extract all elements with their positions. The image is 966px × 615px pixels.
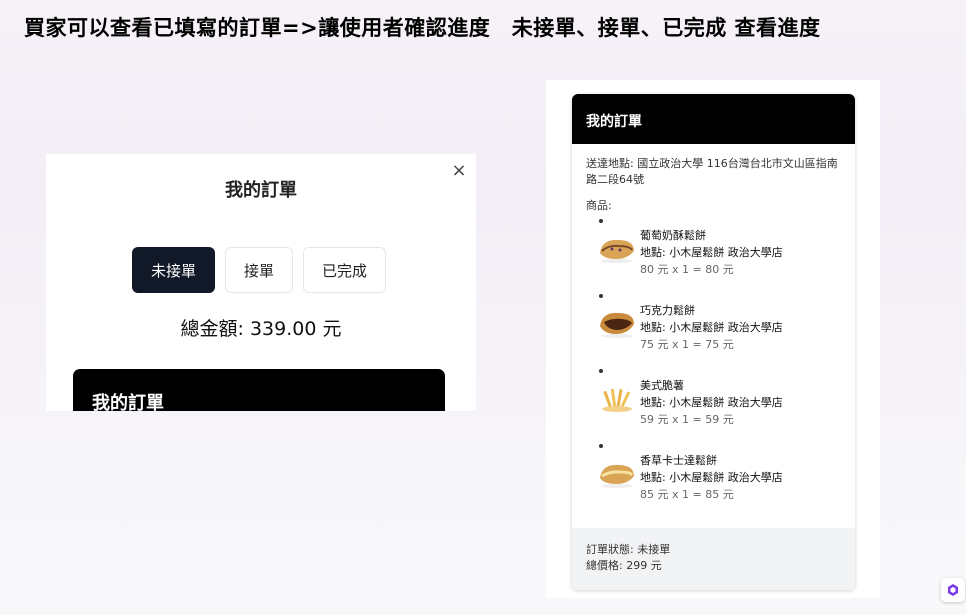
total-amount: 總金額: 339.00 元 — [180, 318, 342, 340]
tab-not-accepted[interactable]: 未接單 — [132, 247, 216, 293]
order-total-price: 總價格: 299 元 — [586, 559, 662, 572]
item-name: 香草卡士達鬆餅 — [640, 454, 717, 467]
french-fries-image — [602, 388, 632, 412]
order-footer: 訂單狀態: 未接單 總價格: 299 元 — [572, 528, 855, 590]
grape-waffle-image — [600, 239, 634, 263]
tab-completed[interactable]: 已完成 — [303, 247, 387, 293]
tab-accepted[interactable]: 接單 — [225, 247, 294, 293]
bullet-icon — [599, 219, 603, 223]
bullet-icon — [599, 444, 603, 448]
item-list: 葡萄奶酥鬆餅 地點: 小木屋鬆餅 政治大學店 80 元 x 1 = 80 元 巧… — [586, 215, 841, 515]
list-item: 美式脆薯 地點: 小木屋鬆餅 政治大學店 59 元 x 1 = 59 元 — [586, 365, 841, 440]
item-shop: 地點: 小木屋鬆餅 政治大學店 — [640, 321, 783, 334]
item-price: 59 元 x 1 = 59 元 — [640, 413, 734, 426]
slide-title: 買家可以查看已填寫的訂單=>讓使用者確認進度 未接單、接單、已完成 查看進度 — [24, 16, 821, 40]
delivery-address: 送達地點: 國立政治大學 116台灣台北市文山區指南路二段64號 — [586, 157, 838, 186]
item-name: 巧克力鬆餅 — [640, 304, 695, 317]
order-card-header: 我的訂單 — [73, 369, 445, 411]
item-price: 75 元 x 1 = 75 元 — [640, 338, 734, 351]
order-status: 訂單狀態: 未接單 — [586, 543, 671, 556]
item-shop: 地點: 小木屋鬆餅 政治大學店 — [640, 471, 783, 484]
order-dialog-screenshot: × 我的訂單 未接單 接單 已完成 總金額: 339.00 元 我的訂單 — [46, 154, 476, 411]
list-item: 香草卡士達鬆餅 地點: 小木屋鬆餅 政治大學店 85 元 x 1 = 85 元 — [586, 440, 841, 515]
custard-waffle-image — [600, 464, 634, 488]
item-name: 葡萄奶酥鬆餅 — [640, 229, 706, 242]
item-name: 美式脆薯 — [640, 379, 684, 392]
order-card: 我的訂單 送達地點: 國立政治大學 116台灣台北市文山區指南路二段64號 商品… — [572, 94, 855, 590]
item-shop: 地點: 小木屋鬆餅 政治大學店 — [640, 246, 783, 259]
list-item: 巧克力鬆餅 地點: 小木屋鬆餅 政治大學店 75 元 x 1 = 75 元 — [586, 290, 841, 365]
dialog-title: 我的訂單 — [225, 180, 297, 201]
order-card-title: 我的訂單 — [572, 94, 855, 144]
list-item: 葡萄奶酥鬆餅 地點: 小木屋鬆餅 政治大學店 80 元 x 1 = 80 元 — [586, 215, 841, 290]
order-card-screenshot: 我的訂單 送達地點: 國立政治大學 116台灣台北市文山區指南路二段64號 商品… — [546, 80, 880, 598]
bullet-icon — [599, 294, 603, 298]
item-price: 80 元 x 1 = 80 元 — [640, 263, 734, 276]
item-price: 85 元 x 1 = 85 元 — [640, 488, 734, 501]
status-tabs: 未接單 接單 已完成 — [132, 247, 387, 293]
app-badge-icon[interactable] — [941, 578, 965, 602]
item-shop: 地點: 小木屋鬆餅 政治大學店 — [640, 396, 783, 409]
goods-label: 商品: — [586, 199, 612, 212]
chocolate-waffle-image — [600, 312, 634, 338]
bullet-icon — [599, 369, 603, 373]
